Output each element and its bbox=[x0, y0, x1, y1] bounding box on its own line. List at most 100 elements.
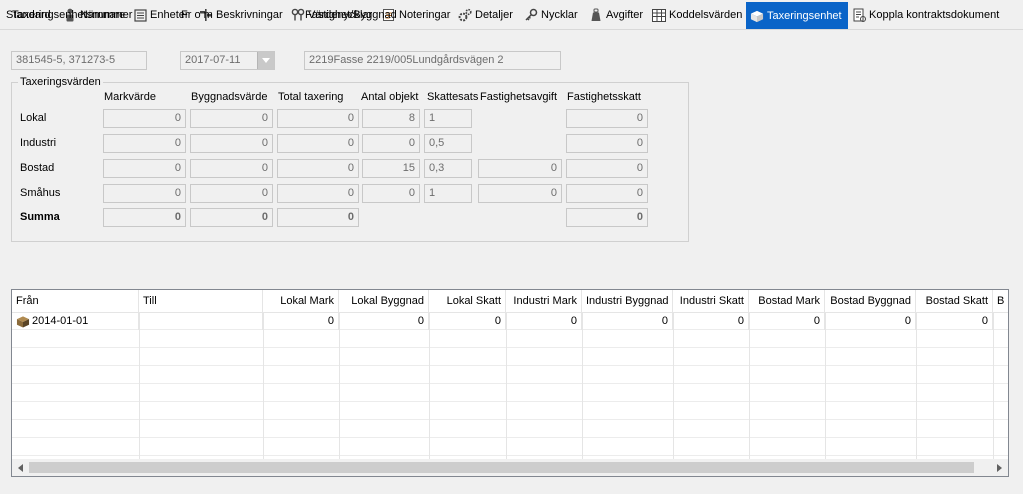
key-icon bbox=[524, 8, 538, 22]
tab-nycklar[interactable]: Nycklar bbox=[524, 3, 578, 27]
col-fastighetsavgift: Fastighetsavgift bbox=[480, 91, 558, 103]
scroll-right-button[interactable] bbox=[991, 459, 1008, 476]
grid-cell-industri-skatt: 0 bbox=[673, 313, 749, 330]
tab-taxeringsenhet[interactable]: Taxeringsenhet bbox=[746, 2, 848, 29]
document-link-icon bbox=[852, 8, 866, 22]
grid-cell-till bbox=[139, 313, 263, 330]
summa-byggnadsvarde: 0 bbox=[190, 208, 273, 227]
horizontal-scrollbar[interactable] bbox=[12, 459, 1008, 476]
smahus-antal: 0 bbox=[362, 184, 420, 203]
tab-label: Taxeringsenhet bbox=[767, 9, 842, 22]
industri-byggnadsvarde: 0 bbox=[190, 134, 273, 153]
grid-cell-industri-mark: 0 bbox=[506, 313, 582, 330]
row-label-smahus: Småhus bbox=[20, 187, 61, 199]
tab-label: Koddelsvärden bbox=[669, 9, 743, 21]
tab-detaljer[interactable]: Detaljer bbox=[458, 3, 513, 27]
chevron-left-icon bbox=[18, 463, 23, 472]
tab-koppla-kontraktsdokument[interactable]: Koppla kontraktsdokument bbox=[852, 3, 999, 27]
bostad-markvarde: 0 bbox=[103, 159, 186, 178]
grid-vline bbox=[749, 313, 750, 461]
grid-col-lokal-byggnad[interactable]: Lokal Byggnad bbox=[339, 290, 429, 313]
from-date-value: 2017-07-11 bbox=[185, 54, 241, 66]
col-byggnadsvarde: Byggnadsvärde bbox=[191, 91, 268, 103]
tab-koddelsvarden[interactable]: Koddelsvärden bbox=[652, 3, 742, 27]
scroll-left-button[interactable] bbox=[12, 459, 29, 476]
empty-row bbox=[12, 403, 1008, 420]
col-total-taxering: Total taxering bbox=[278, 91, 344, 103]
col-markvarde: Markvärde bbox=[104, 91, 156, 103]
summa-skatt: 0 bbox=[566, 208, 648, 227]
scrollbar-thumb[interactable] bbox=[29, 462, 974, 473]
bostad-avgift: 0 bbox=[478, 159, 562, 178]
box-icon bbox=[16, 315, 30, 328]
smahus-skattesats: 1 bbox=[424, 184, 472, 203]
keys-icon bbox=[291, 8, 305, 22]
grid-col-lokal-mark[interactable]: Lokal Mark bbox=[263, 290, 339, 313]
lokal-skatt: 0 bbox=[566, 109, 648, 128]
smahus-markvarde: 0 bbox=[103, 184, 186, 203]
grid-vline bbox=[263, 313, 264, 461]
property-field[interactable]: 2219Fasse 2219/005Lundgårdsvägen 2 bbox=[304, 51, 561, 70]
col-skattesats: Skattesats bbox=[427, 91, 479, 103]
table-icon bbox=[652, 8, 666, 22]
gears-icon bbox=[458, 8, 472, 22]
lokal-skattesats: 1 bbox=[424, 109, 472, 128]
grid-col-fran[interactable]: Från bbox=[12, 290, 139, 313]
grid-header-row: Från Till Lokal Mark Lokal Byggnad Lokal… bbox=[12, 290, 1008, 313]
col-fastighetsskatt: Fastighetsskatt bbox=[567, 91, 641, 103]
from-date-dropdown-button[interactable] bbox=[257, 52, 274, 69]
grid-vline bbox=[506, 313, 507, 461]
tab-label: Detaljer bbox=[475, 9, 513, 21]
smahus-avgift: 0 bbox=[478, 184, 562, 203]
empty-row bbox=[12, 349, 1008, 366]
tab-avgifter[interactable]: Avgifter bbox=[589, 3, 643, 27]
row-label-industri: Industri bbox=[20, 137, 57, 149]
fee-icon bbox=[589, 8, 603, 22]
lokal-total: 0 bbox=[277, 109, 359, 128]
row-from-date: 2014-01-01 bbox=[32, 315, 89, 327]
chevron-right-icon bbox=[997, 463, 1002, 472]
grid-vline bbox=[825, 313, 826, 461]
box-icon bbox=[750, 9, 764, 23]
grid-col-till[interactable]: Till bbox=[139, 290, 263, 313]
empty-row bbox=[12, 439, 1008, 456]
grid-cell-truncated bbox=[993, 313, 1008, 330]
grid-col-lokal-skatt[interactable]: Lokal Skatt bbox=[429, 290, 506, 313]
grid-col-bostad-mark[interactable]: Bostad Mark bbox=[749, 290, 825, 313]
grid-vline bbox=[339, 313, 340, 461]
bostad-skattesats: 0,3 bbox=[424, 159, 472, 178]
bostad-skatt: 0 bbox=[566, 159, 648, 178]
table-row[interactable]: 2014-01-01 0 0 0 0 0 0 0 0 0 bbox=[12, 313, 1008, 330]
grid-vline bbox=[916, 313, 917, 461]
lokal-antal: 8 bbox=[362, 109, 420, 128]
grid-vline bbox=[993, 313, 994, 461]
grid-col-truncated[interactable]: B bbox=[993, 290, 1008, 313]
grid-col-industri-byggnad[interactable]: Industri Byggnad bbox=[582, 290, 673, 313]
lokal-byggnadsvarde: 0 bbox=[190, 109, 273, 128]
tab-label: Koppla kontraktsdokument bbox=[869, 9, 1000, 21]
grid-cell-bostad-skatt: 0 bbox=[916, 313, 993, 330]
history-grid[interactable]: Från Till Lokal Mark Lokal Byggnad Lokal… bbox=[11, 289, 1009, 477]
industri-markvarde: 0 bbox=[103, 134, 186, 153]
grid-vline bbox=[429, 313, 430, 461]
grid-cell-fran: 2014-01-01 bbox=[12, 313, 139, 330]
bostad-antal: 15 bbox=[362, 159, 420, 178]
tab-label: Beskrivningar bbox=[216, 9, 283, 21]
industri-total: 0 bbox=[277, 134, 359, 153]
grid-cell-bostad-byggnad: 0 bbox=[825, 313, 916, 330]
tab-label: Avgifter bbox=[606, 9, 644, 21]
empty-row bbox=[12, 367, 1008, 384]
empty-row bbox=[12, 385, 1008, 402]
grid-col-industri-skatt[interactable]: Industri Skatt bbox=[673, 290, 749, 313]
grid-col-bostad-byggnad[interactable]: Bostad Byggnad bbox=[825, 290, 916, 313]
row-label-bostad: Bostad bbox=[20, 162, 55, 174]
bostad-total: 0 bbox=[277, 159, 359, 178]
industri-antal: 0 bbox=[362, 134, 420, 153]
grid-col-bostad-skatt[interactable]: Bostad Skatt bbox=[916, 290, 993, 313]
tab-label: Nycklar bbox=[541, 9, 578, 21]
row-label-lokal: Lokal bbox=[20, 112, 47, 124]
grid-col-industri-mark[interactable]: Industri Mark bbox=[506, 290, 582, 313]
unit-number-field[interactable]: 381545-5, 371273-5 bbox=[11, 51, 147, 70]
grid-cell-lokal-byggnad: 0 bbox=[339, 313, 429, 330]
grid-cell-lokal-mark: 0 bbox=[263, 313, 339, 330]
